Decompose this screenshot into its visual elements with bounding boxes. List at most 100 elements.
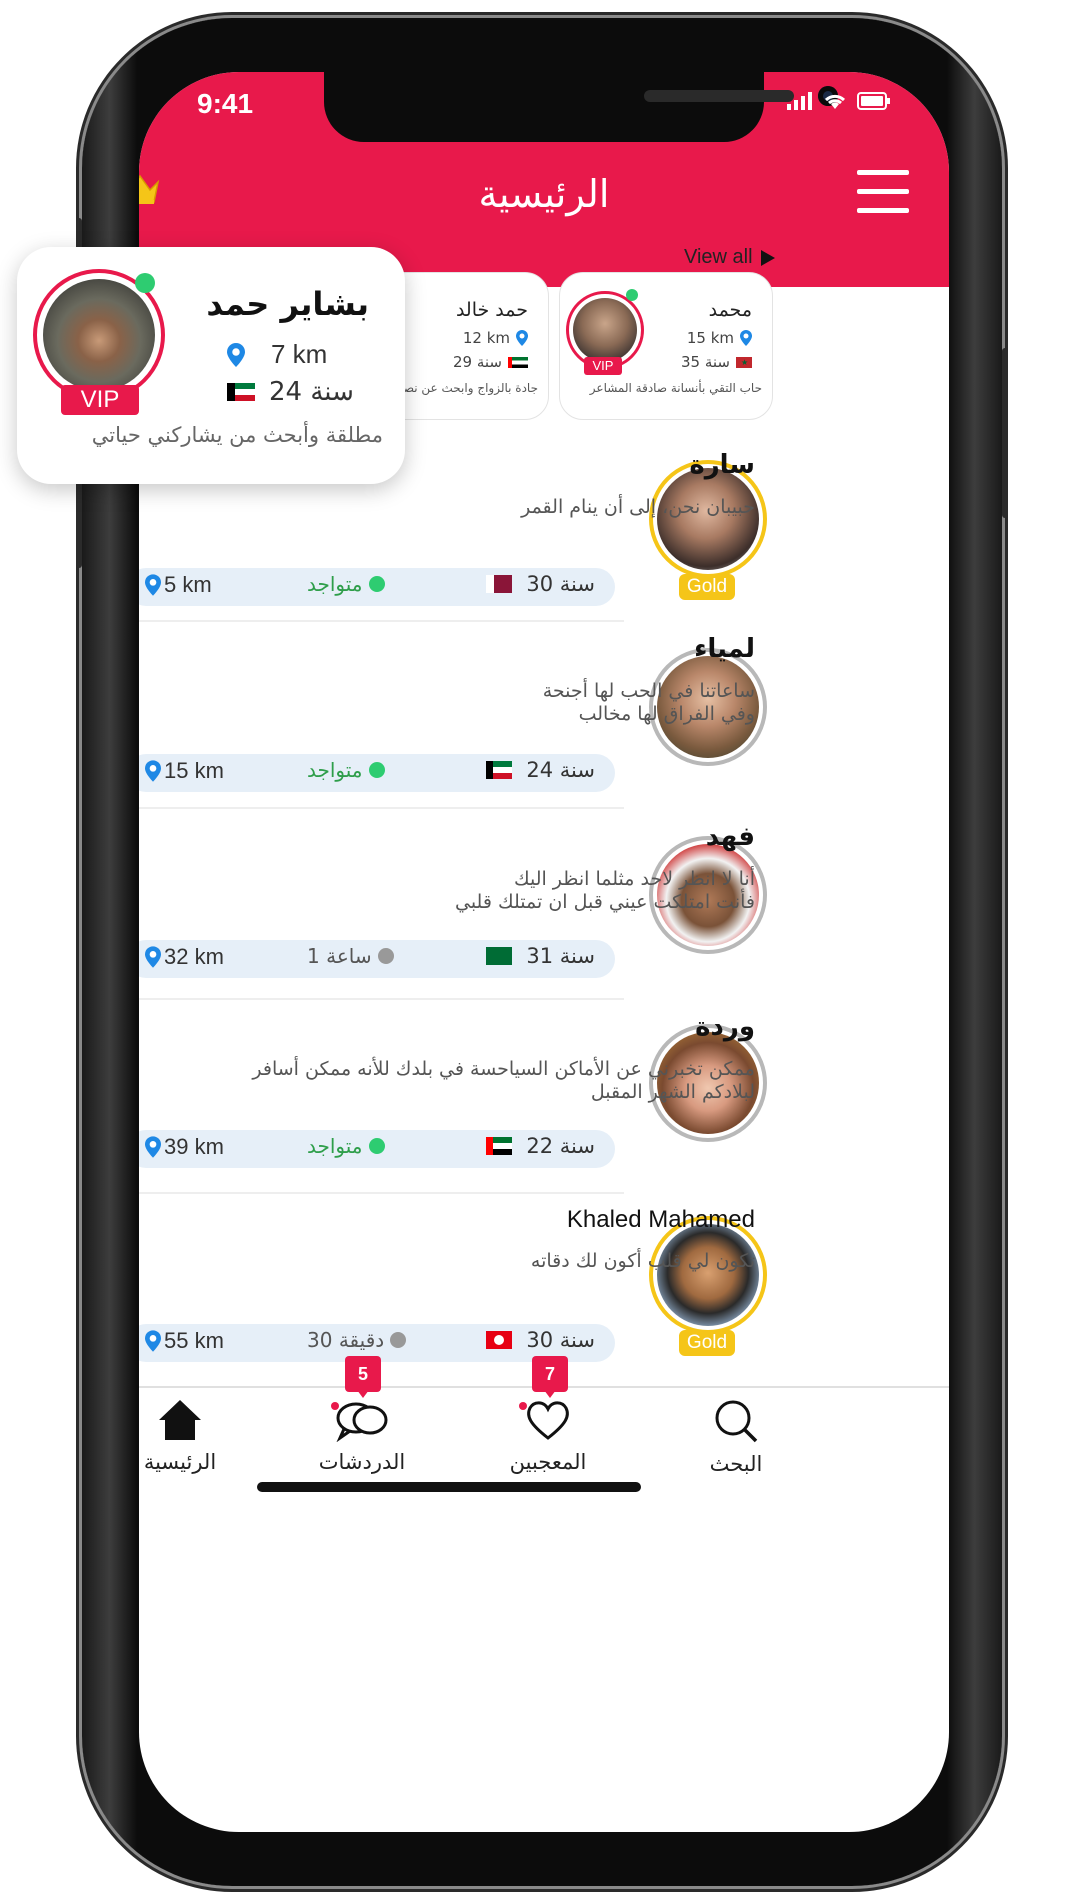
user-name[interactable]: سارة bbox=[689, 450, 755, 480]
featured-distance-label: 7 km bbox=[271, 339, 328, 369]
tab-chats-label: الدردشات bbox=[318, 1450, 406, 1474]
notch bbox=[324, 72, 838, 142]
age-label: 30 سنة bbox=[526, 1328, 595, 1352]
user-bio: تكون لي قلب أكون لك دقاته bbox=[530, 1250, 755, 1272]
presence-status: 30 دقيقة bbox=[307, 1328, 407, 1352]
story-bio: جادة بالزواج وابحث عن نصفي bbox=[387, 381, 538, 395]
user-bio-line: لبلادكم الشهر المقبل bbox=[590, 1081, 755, 1103]
story-distance-label: 12 km bbox=[462, 329, 510, 347]
age: 22 سنة bbox=[486, 1134, 595, 1158]
location-pin-icon bbox=[740, 330, 752, 346]
age: 30 سنة bbox=[486, 1328, 595, 1352]
distance-label: 5 km bbox=[164, 572, 212, 597]
distance-label: 39 km bbox=[164, 1134, 224, 1159]
online-dot bbox=[368, 762, 385, 778]
age-label: 31 سنة bbox=[526, 944, 595, 968]
hamburger-menu-icon[interactable] bbox=[857, 170, 909, 214]
featured-distance: 7 km bbox=[227, 339, 327, 370]
user-name[interactable]: Khaled Mahamed bbox=[567, 1206, 755, 1234]
chats-counter-badge: 5 bbox=[345, 1356, 381, 1398]
user-name[interactable]: لمياء bbox=[694, 634, 755, 664]
presence-label: متواجد bbox=[307, 758, 363, 782]
location-pin-icon bbox=[145, 1330, 161, 1352]
age: 30 سنة bbox=[486, 572, 595, 596]
gold-badge: Gold bbox=[679, 1330, 735, 1356]
user-name[interactable]: وردة bbox=[695, 1012, 755, 1042]
tab-search[interactable]: البحث bbox=[671, 1398, 801, 1476]
user-bio: حبيبان نحن، إلى أن ينام القمر bbox=[521, 496, 755, 518]
distance: 32 km bbox=[145, 944, 224, 970]
wifi-icon bbox=[824, 94, 846, 109]
chat-bubbles-icon bbox=[336, 1402, 388, 1443]
location-pin-icon bbox=[516, 330, 528, 346]
presence-label: متواجد bbox=[307, 1134, 363, 1158]
user-name[interactable]: فهد bbox=[706, 822, 755, 852]
home-indicator bbox=[257, 1482, 641, 1492]
featured-bio: مطلقة وأبحث من يشاركني حياتي bbox=[91, 423, 383, 447]
story-distance: 12 km bbox=[463, 329, 528, 347]
location-pin-icon bbox=[227, 342, 245, 367]
story-name: محمد bbox=[708, 299, 752, 321]
story-distance: 15 km bbox=[687, 329, 752, 347]
morocco-flag-icon: ★ bbox=[736, 356, 752, 368]
user-info-pill: 15 km متواجد 24 سنة bbox=[139, 754, 615, 792]
distance: 39 km bbox=[145, 1134, 224, 1160]
story-age-label: 29 سنة bbox=[453, 353, 502, 371]
location-pin-icon bbox=[145, 1136, 161, 1158]
offline-dot bbox=[377, 948, 394, 964]
user-bio: ساعاتنا في الحب لها أجنحة وفي الفراق لها … bbox=[543, 680, 755, 726]
tab-chats[interactable]: الدردشات bbox=[297, 1398, 427, 1474]
offline-dot bbox=[390, 1332, 407, 1348]
age-label: 24 سنة bbox=[526, 758, 595, 782]
story-name: حمد خالد bbox=[455, 299, 528, 321]
tunisia-flag-icon bbox=[486, 1331, 513, 1349]
likes-counter-badge: 7 bbox=[532, 1356, 568, 1398]
online-dot bbox=[368, 576, 385, 592]
location-pin-icon bbox=[145, 760, 161, 782]
presence-status: 1 ساعة bbox=[307, 944, 394, 968]
distance-label: 55 km bbox=[164, 1328, 224, 1353]
user-bio: ممكن تخبرني عن الأماكن السياحسة في بلدك … bbox=[252, 1058, 755, 1104]
story-card-mohammed[interactable]: VIP محمد 15 km 35 سنة ★ حاب التقي بأنسان… bbox=[559, 272, 773, 420]
online-dot bbox=[135, 273, 155, 293]
battery-icon bbox=[857, 92, 890, 110]
story-distance-label: 15 km bbox=[686, 329, 734, 347]
tab-search-label: البحث bbox=[709, 1452, 763, 1476]
presence-status: متواجد bbox=[307, 758, 385, 782]
featured-age-label: 24 سنة bbox=[269, 377, 354, 407]
online-dot bbox=[626, 289, 638, 301]
user-avatar-sara[interactable] bbox=[657, 468, 759, 570]
divider bbox=[139, 807, 624, 809]
signal-icon bbox=[787, 92, 812, 110]
user-bio-line: أنا لا انظر لاحد مثلما انظر اليك bbox=[513, 868, 755, 890]
view-all-link[interactable]: View all bbox=[684, 246, 775, 269]
tab-home[interactable]: الرئيسية bbox=[139, 1398, 245, 1474]
heart-icon bbox=[527, 1401, 569, 1440]
age: 24 سنة bbox=[486, 758, 595, 782]
page-title: الرئيسية bbox=[478, 172, 610, 216]
status-time: 9:41 bbox=[197, 88, 254, 119]
story-bio: حاب التقي بأنسانة صادقة المشاعر bbox=[589, 381, 762, 395]
featured-age: 24 سنة bbox=[227, 377, 354, 407]
search-icon bbox=[715, 1400, 758, 1443]
presence-label: 30 دقيقة bbox=[307, 1328, 385, 1352]
age-label: 22 سنة bbox=[526, 1134, 595, 1158]
story-age: 35 سنة ★ bbox=[681, 353, 752, 371]
kuwait-flag-icon bbox=[227, 383, 255, 401]
user-info-pill: 39 km متواجد 22 سنة bbox=[139, 1130, 615, 1168]
tab-likes[interactable]: المعجبين bbox=[483, 1398, 613, 1474]
uae-flag-icon bbox=[486, 1137, 513, 1155]
user-avatar-khaled[interactable] bbox=[657, 1224, 759, 1326]
power-button bbox=[1002, 348, 1008, 518]
qatar-flag-icon bbox=[486, 575, 513, 593]
tab-likes-label: المعجبين bbox=[509, 1450, 587, 1474]
vip-badge: VIP bbox=[584, 357, 622, 375]
presence-status: متواجد bbox=[307, 1134, 385, 1158]
view-all-label: View all bbox=[684, 246, 753, 268]
distance-label: 32 km bbox=[164, 944, 224, 969]
story-age: 29 سنة bbox=[453, 353, 528, 371]
user-bio-line: ساعاتنا في الحب لها أجنحة bbox=[542, 680, 755, 702]
featured-profile-card[interactable]: VIP بشاير حمد 7 km 24 سنة مطلقة وأبحث من… bbox=[17, 247, 405, 484]
age-label: 30 سنة bbox=[526, 572, 595, 596]
divider bbox=[139, 620, 624, 622]
